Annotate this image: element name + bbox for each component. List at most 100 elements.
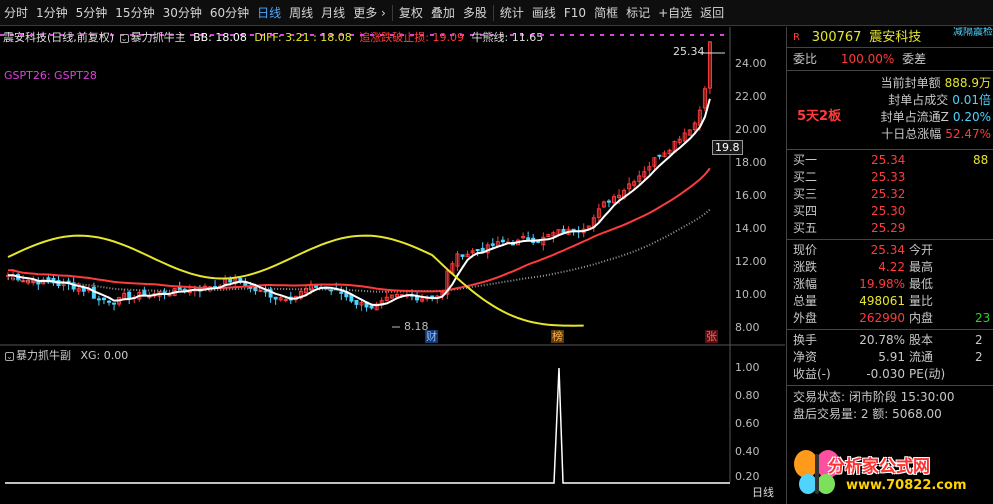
seal-row: 十日总涨幅 52.47% xyxy=(881,126,991,143)
seal-value: 52.47% xyxy=(945,127,991,141)
price-axis-tick: 24.00 xyxy=(735,57,767,70)
quote-label: 涨跌 xyxy=(793,260,818,274)
long-ma-line xyxy=(7,208,711,293)
toolbar-item-12[interactable]: 多股 xyxy=(459,0,491,26)
toolbar-item-18[interactable]: +自选 xyxy=(654,0,696,26)
sub-axis-tick: 0.60 xyxy=(735,417,760,430)
toolbar-item-6[interactable]: 日线 xyxy=(253,0,285,26)
stock-tag: R xyxy=(793,31,800,43)
diff-value: DIFF: 3.21 : 18.08 xyxy=(254,31,352,44)
toolbar-item-17[interactable]: 标记 xyxy=(622,0,654,26)
seal-value: 0.01倍 xyxy=(952,93,991,107)
indicator-name[interactable]: 暴力抓牛主 xyxy=(131,31,186,44)
toolbar-item-0[interactable]: 分时 xyxy=(0,0,32,26)
toolbar-item-13[interactable]: 统计 xyxy=(496,0,528,26)
toolbar-item-16[interactable]: 简框 xyxy=(590,0,622,26)
bid-row[interactable]: 买五 25.29 xyxy=(787,220,993,237)
xg-signal-line xyxy=(5,367,730,484)
candle-body xyxy=(475,249,480,252)
seal-block: 5天2板 当前封单额 888.9万 封单占成交 0.01倍 封单占流通Z 0.20% 十日总… xyxy=(787,71,993,149)
toolbar-item-14[interactable]: 画线 xyxy=(528,0,560,26)
candle-body xyxy=(490,243,495,246)
price-axis-tick: 8.00 xyxy=(735,321,760,334)
toolbar-item-2[interactable]: 5分钟 xyxy=(72,0,112,26)
toolbar-item-1[interactable]: 1分钟 xyxy=(32,0,72,26)
quote-row: 涨跌 4.22 最高 xyxy=(787,259,993,276)
bid-price: 25.32 xyxy=(871,187,906,201)
sub-axis-tick: 0.20 xyxy=(735,470,760,483)
candle-body xyxy=(526,237,531,240)
quote-value: 4.22 xyxy=(878,260,905,274)
seal-label: 十日总涨幅 xyxy=(881,127,942,141)
quote-panel: R 300767 震安科技 减隔震检 委比 100.00% 委差 5天2板 当前… xyxy=(786,27,993,504)
price-axis-tick: 16.00 xyxy=(735,189,767,202)
yellow-indicator-line xyxy=(7,234,584,327)
toolbar-item-11[interactable]: 叠加 xyxy=(427,0,459,26)
toolbar-item-9[interactable]: 更多 › xyxy=(349,0,390,26)
toolbar-item-19[interactable]: 返回 xyxy=(696,0,728,26)
toolbar-separator xyxy=(391,4,393,21)
zhang-badge[interactable]: 张 xyxy=(705,330,718,343)
sub-dropdown-icon[interactable]: ⌄ xyxy=(5,351,14,361)
streak-label: 5天2板 xyxy=(797,109,842,124)
candle-body xyxy=(91,286,96,299)
price-axis-tick: 10.00 xyxy=(735,288,767,301)
stock-header: R 300767 震安科技 减隔震检 xyxy=(787,27,993,47)
candle-body xyxy=(283,299,288,302)
xg-value: XG: 0.00 xyxy=(80,349,129,362)
period-label: 日线 xyxy=(752,486,774,499)
bid-row[interactable]: 买四 25.30 xyxy=(787,203,993,220)
seal-value: 0.20% xyxy=(952,110,991,124)
quote-label-2: 内盘 xyxy=(909,311,934,325)
quote-value: 25.34 xyxy=(870,243,905,257)
toolbar-item-5[interactable]: 60分钟 xyxy=(206,0,253,26)
candle-body xyxy=(354,299,359,305)
watermark-url: www.70822.com xyxy=(846,478,967,493)
bid-row[interactable]: 买一 25.34 88 xyxy=(787,152,993,169)
bid-row[interactable]: 买三 25.32 xyxy=(787,186,993,203)
kline-chart[interactable] xyxy=(0,27,785,491)
toolbar-item-10[interactable]: 复权 xyxy=(395,0,427,26)
quote-value-2: 23 xyxy=(975,311,991,325)
red-trend-line xyxy=(8,167,711,293)
candle-body xyxy=(369,305,374,309)
bid-row[interactable]: 买二 25.33 xyxy=(787,169,993,186)
sub-indicator-line: ⌄ 暴力抓牛副 XG: 0.00 xyxy=(3,347,128,363)
stat-label: 换手 xyxy=(793,333,818,347)
chart-area[interactable]: 震安科技(日线,前复权) ⌄ 暴力抓牛主 BB: 18.08 DIFF: 3.21… xyxy=(0,27,785,491)
indicator-dropdown-icon[interactable]: ⌄ xyxy=(119,33,129,43)
quote-label: 现价 xyxy=(793,243,818,257)
stat-value: 20.78% xyxy=(859,333,905,347)
seal-row: 当前封单额 888.9万 xyxy=(881,75,991,92)
high-price-label: 25.34 xyxy=(673,45,705,58)
trade-status: 交易状态: 闭市阶段 15:30:00 xyxy=(793,390,955,404)
bid-label: 买四 xyxy=(793,204,818,218)
bull-bear-value: 牛熊线: 11.65 xyxy=(471,31,544,44)
stock-code: 300767 xyxy=(811,30,862,45)
quote-label: 总量 xyxy=(793,294,818,308)
candle-body xyxy=(81,287,86,292)
stat-row: 净资 5.91 流通 2 xyxy=(787,349,993,366)
sub-indicator-name[interactable]: 暴力抓牛副 xyxy=(16,349,71,362)
bid-label: 买五 xyxy=(793,221,818,235)
bang-badge[interactable]: 榜 xyxy=(551,330,564,343)
bb-value: BB: 18.08 xyxy=(193,31,247,44)
bid-label: 买二 xyxy=(793,170,818,184)
candle-body xyxy=(177,286,182,290)
concept-label: 减隔震检 xyxy=(953,27,993,38)
webi-label: 委比 xyxy=(793,52,818,66)
bid-price: 25.33 xyxy=(871,170,906,184)
bid-label: 买三 xyxy=(793,187,818,201)
stock-name: 震安科技 xyxy=(869,30,922,45)
toolbar-item-4[interactable]: 30分钟 xyxy=(159,0,206,26)
quote-value: 262990 xyxy=(859,311,905,325)
toolbar: 分时 1分钟 5分钟 15分钟 30分钟 60分钟 日线 周线 月线 更多 › 复权 叠加 多股 统计 画线… xyxy=(0,0,993,26)
toolbar-item-3[interactable]: 15分钟 xyxy=(111,0,158,26)
seal-label: 封单占流通Z xyxy=(880,110,949,124)
cai-badge[interactable]: 财 xyxy=(425,330,438,343)
toolbar-item-8[interactable]: 月线 xyxy=(317,0,349,26)
seal-label: 封单占成交 xyxy=(888,93,949,107)
price-axis-tick: 14.00 xyxy=(735,222,767,235)
toolbar-item-7[interactable]: 周线 xyxy=(285,0,317,26)
toolbar-item-15[interactable]: F10 xyxy=(560,0,590,26)
